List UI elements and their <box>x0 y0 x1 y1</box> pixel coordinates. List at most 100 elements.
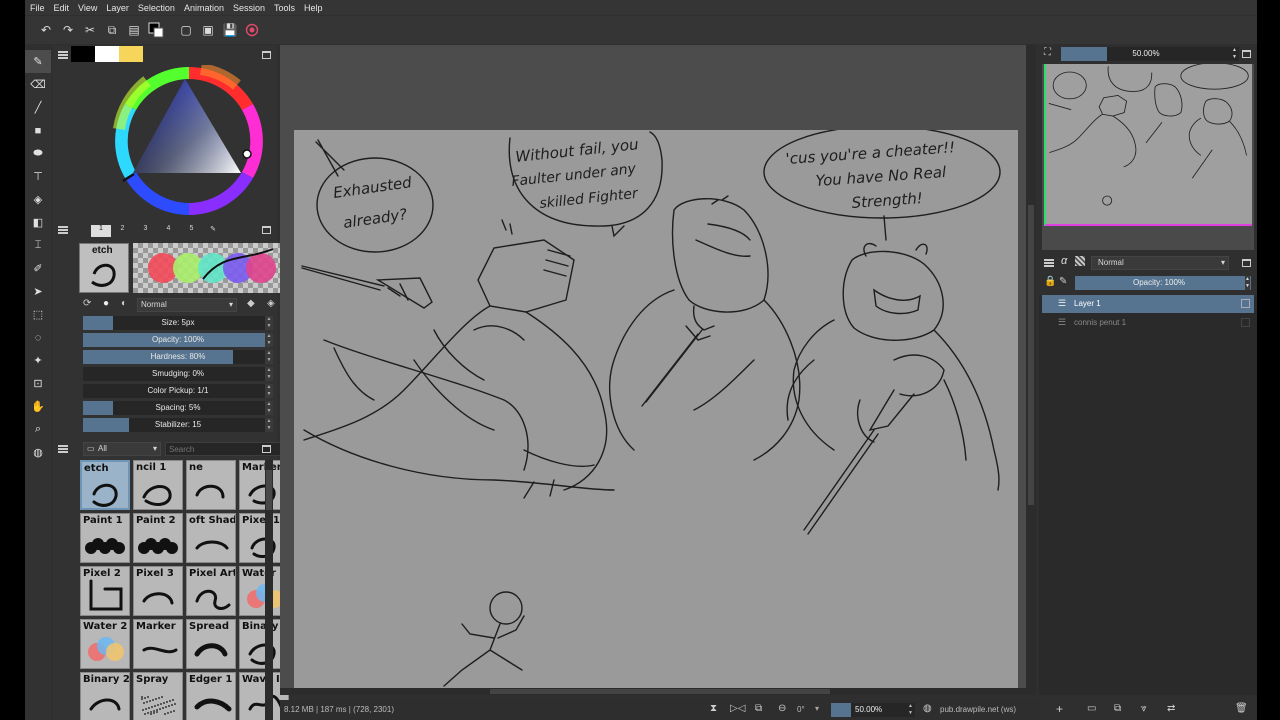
layer-visibility-checkbox[interactable] <box>1241 299 1250 308</box>
drawing-canvas[interactable]: Exhausted already? Without fail, you Fau… <box>294 130 1018 688</box>
brush-preset-4[interactable]: Paint 1 <box>80 513 130 563</box>
save-icon[interactable]: 💾 <box>219 19 241 41</box>
bezier-tool[interactable]: ⊤ <box>25 165 51 188</box>
spacing-slider[interactable]: Spacing: 5% ▲ ▼ <box>83 401 273 415</box>
canvas-horizontal-scrollbar[interactable] <box>280 688 1036 695</box>
window-icon[interactable] <box>262 226 271 234</box>
opacity-slider[interactable]: Opacity: 100% ▲ ▼ <box>83 333 273 347</box>
open-file-icon[interactable]: ▣ <box>197 19 219 41</box>
fill-tool[interactable]: ◈ <box>25 188 51 211</box>
delete-layer-icon[interactable]: 🗑 <box>1235 703 1248 714</box>
layer-row-layer1[interactable]: ☰ Layer 1 <box>1042 295 1254 313</box>
color-swap-icon[interactable] <box>145 19 167 41</box>
add-group-icon[interactable]: ▭ <box>1087 703 1096 714</box>
record-icon[interactable] <box>241 19 263 41</box>
menu-selection[interactable]: Selection <box>138 3 175 13</box>
censor-icon[interactable]: ✎ <box>1059 276 1067 287</box>
spin-icon[interactable]: ▲ ▼ <box>908 703 913 717</box>
brush-preset-2[interactable]: ne <box>186 460 236 510</box>
mirror-icon[interactable]: ▷◁ <box>730 703 745 714</box>
brush-preset-0[interactable]: etch <box>80 460 130 510</box>
brush-preset-16[interactable]: Binary 2 <box>80 672 130 720</box>
layer-blend-select[interactable]: Normal ▾ <box>1091 256 1229 270</box>
menu-view[interactable]: View <box>78 3 97 13</box>
window-icon[interactable] <box>1242 259 1251 267</box>
navigator-preview[interactable] <box>1042 64 1254 250</box>
spin-icon[interactable]: ▲ ▼ <box>1245 276 1250 290</box>
eraser-tool[interactable]: ⌫ <box>25 73 51 96</box>
flip-icon[interactable]: ⧗ <box>710 703 717 714</box>
fit-icon[interactable]: ⛶ <box>1044 47 1051 58</box>
spin-icon[interactable]: ▲ ▼ <box>265 401 273 415</box>
spin-icon[interactable]: ▲ ▼ <box>265 316 273 330</box>
zoom-tool[interactable]: ⌕ <box>25 418 51 441</box>
new-file-icon[interactable]: ▢ <box>175 19 197 41</box>
lock-icon[interactable]: 🔒 <box>1044 276 1056 287</box>
window-icon[interactable] <box>1242 50 1251 58</box>
menu-icon[interactable] <box>1044 259 1054 267</box>
spin-icon[interactable]: ▲ ▼ <box>1232 47 1237 61</box>
menu-icon[interactable] <box>58 51 68 59</box>
paste-icon[interactable]: ▤ <box>123 19 145 41</box>
size-slider[interactable]: Size: 5px ▲ ▼ <box>83 316 273 330</box>
menu-file[interactable]: File <box>30 3 45 13</box>
pen-pressure-icon[interactable]: ◈ <box>267 298 275 309</box>
eraser-mode-icon[interactable]: ◆ <box>247 298 255 309</box>
spin-icon[interactable]: ▲ ▼ <box>265 367 273 381</box>
canvas-vertical-scrollbar[interactable] <box>1026 45 1036 688</box>
brush-preset-6[interactable]: oft Shade <box>186 513 236 563</box>
ellipse-tool[interactable]: ⬬ <box>25 142 51 165</box>
brush-tag-select[interactable]: ▭ All ▾ <box>83 442 161 456</box>
menu-session[interactable]: Session <box>233 3 265 13</box>
menu-icon[interactable] <box>58 226 68 234</box>
brush-preset-8[interactable]: Pixel 2 <box>80 566 130 616</box>
select-lasso-tool[interactable]: ◌ <box>25 326 51 349</box>
swatch-white[interactable] <box>95 46 119 62</box>
palette-tab-2[interactable]: 2 <box>111 225 134 237</box>
brush-list-scrollbar[interactable] <box>265 460 273 720</box>
text-tool[interactable]: ⌶ <box>25 234 51 257</box>
brush-preset-12[interactable]: Water 2 <box>80 619 130 669</box>
spin-icon[interactable]: ▲ ▼ <box>265 418 273 432</box>
add-layer-icon[interactable]: + <box>1056 702 1063 716</box>
crop-icon[interactable]: ⧉ <box>755 703 762 714</box>
transform-tool[interactable]: ⊡ <box>25 372 51 395</box>
rotate-icon[interactable]: ⊖ <box>778 703 786 714</box>
palette-tab-1[interactable]: 1 <box>91 225 111 237</box>
menu-layer[interactable]: Layer <box>106 3 129 13</box>
brush-preset-13[interactable]: Marker <box>133 619 183 669</box>
chevron-down-icon[interactable]: ▾ <box>815 704 819 713</box>
checker-icon[interactable] <box>1075 256 1085 266</box>
brush-mode-icon[interactable]: ◐ <box>121 298 127 309</box>
select-rect-tool[interactable]: ⬚ <box>25 303 51 326</box>
spin-icon[interactable]: ▲ ▼ <box>265 333 273 347</box>
redo-icon[interactable]: ↷ <box>57 19 79 41</box>
brush-preset-10[interactable]: Pixel Art <box>186 566 236 616</box>
spin-icon[interactable]: ▲ ▼ <box>265 384 273 398</box>
palette-tab-5[interactable]: 5 <box>180 225 203 237</box>
layer-row-connis-penut[interactable]: ☰ connis penut 1 <box>1042 314 1254 332</box>
window-icon[interactable] <box>262 445 271 453</box>
stabilizer-slider[interactable]: Stabilizer: 15 ▲ ▼ <box>83 418 273 432</box>
merge-down-icon[interactable]: ⩔ <box>1141 703 1147 714</box>
menu-help[interactable]: Help <box>304 3 323 13</box>
layer-visibility-checkbox[interactable] <box>1241 318 1250 327</box>
blend-mode-select[interactable]: Normal ▾ <box>137 298 237 312</box>
brush-preset-5[interactable]: Paint 2 <box>133 513 183 563</box>
rectangle-tool[interactable]: ■ <box>25 119 51 142</box>
menu-edit[interactable]: Edit <box>54 3 70 13</box>
menu-tools[interactable]: Tools <box>274 3 295 13</box>
pan-tool[interactable]: ✋ <box>25 395 51 418</box>
palette-tab-3[interactable]: 3 <box>134 225 157 237</box>
alpha-lock-icon[interactable]: α <box>1061 255 1067 267</box>
move-tool[interactable]: ➤ <box>25 280 51 303</box>
copy-icon[interactable]: ⧉ <box>101 19 123 41</box>
pen-icon[interactable]: ✎ <box>203 225 223 237</box>
undo-icon[interactable]: ↶ <box>35 19 57 41</box>
menu-animation[interactable]: Animation <box>184 3 224 13</box>
spin-icon[interactable]: ▲ ▼ <box>265 350 273 364</box>
brush-preset-18[interactable]: Edger 1 <box>186 672 236 720</box>
magic-wand-tool[interactable]: ✦ <box>25 349 51 372</box>
brush-preview-thumb[interactable]: etch <box>79 243 129 293</box>
window-icon[interactable] <box>262 51 271 59</box>
